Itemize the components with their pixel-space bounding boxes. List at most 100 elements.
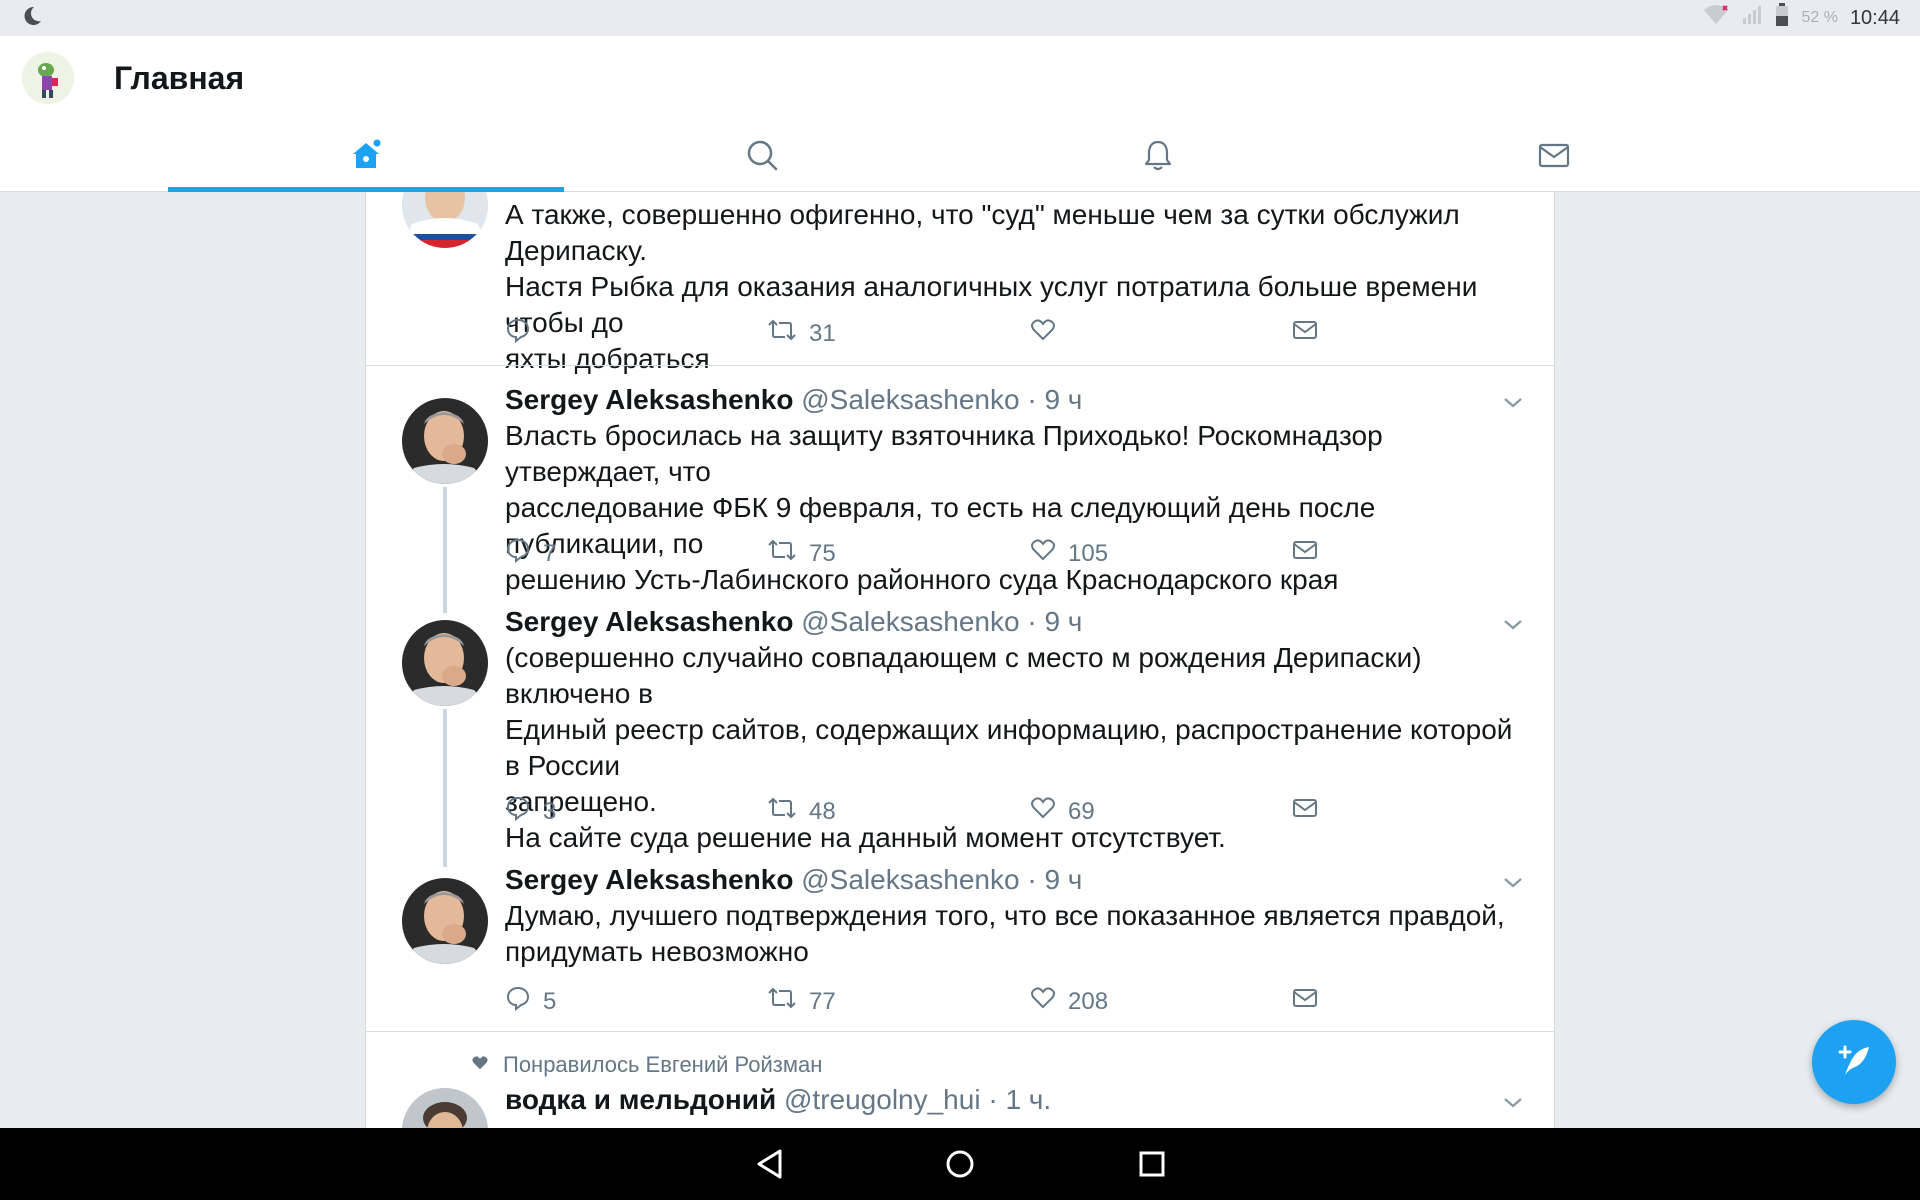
separator-dot: · xyxy=(1027,384,1037,415)
heart-icon xyxy=(1030,317,1056,350)
avatar[interactable] xyxy=(402,878,488,964)
timestamp[interactable]: 9 ч xyxy=(1044,384,1082,415)
envelope-icon xyxy=(1537,138,1571,177)
tweet-text-line: Думаю, лучшего подтверждения того, что в… xyxy=(505,900,1505,931)
share-button[interactable] xyxy=(1292,985,1318,1018)
social-context-text[interactable]: Понравилось Евгений Ройзман xyxy=(503,1052,822,1078)
user-handle[interactable]: @Saleksashenko xyxy=(801,864,1019,895)
tweet[interactable]: А также, совершенно офигенно, что "суд" … xyxy=(366,192,1554,374)
like-button[interactable]: 208 xyxy=(1030,985,1108,1018)
tweet[interactable]: Sergey Aleksashenko @Saleksashenko · 9 ч… xyxy=(366,588,1554,853)
bell-icon xyxy=(1141,138,1175,177)
like-count: 208 xyxy=(1068,987,1109,1015)
reply-button[interactable]: 3 xyxy=(505,795,556,828)
reply-count: 3 xyxy=(543,797,557,825)
timestamp[interactable]: 1 ч. xyxy=(1005,1084,1051,1115)
recents-button[interactable] xyxy=(1132,1144,1172,1184)
chevron-down-icon[interactable] xyxy=(1502,1096,1524,1115)
retweet-icon xyxy=(767,795,797,828)
chevron-down-icon[interactable] xyxy=(1502,618,1524,637)
chevron-down-icon[interactable] xyxy=(1502,396,1524,415)
wifi-icon xyxy=(1703,4,1729,32)
user-handle[interactable]: @treugolny_hui xyxy=(784,1084,981,1115)
reply-button[interactable]: 7 xyxy=(505,537,556,570)
share-button[interactable] xyxy=(1292,537,1318,570)
tweet[interactable]: Понравилось Евгений Ройзман водка и мель… xyxy=(366,1032,1554,1128)
separator-dot: · xyxy=(1027,606,1037,637)
home-icon xyxy=(348,137,384,178)
battery-percentage: 52 % xyxy=(1801,9,1838,26)
tweet-text-line: Единый реестр сайтов, содержащих информа… xyxy=(505,714,1513,781)
tweet-actions: 7 75 105 xyxy=(505,537,1325,573)
tweet-actions: 3 48 69 xyxy=(505,795,1325,831)
retweet-count: 77 xyxy=(809,987,836,1015)
timestamp[interactable]: 9 ч xyxy=(1044,606,1082,637)
reply-button[interactable]: 5 xyxy=(505,985,556,1018)
heart-icon xyxy=(1030,985,1056,1018)
display-name[interactable]: Sergey Aleksashenko xyxy=(505,606,793,637)
tab-bar xyxy=(168,122,1752,192)
tweet-header: Sergey Aleksashenko @Saleksashenko · 9 ч xyxy=(505,382,1518,418)
retweet-count: 75 xyxy=(809,539,836,567)
timeline[interactable]: А также, совершенно офигенно, что "суд" … xyxy=(365,192,1555,1128)
search-icon xyxy=(745,138,779,177)
retweet-count: 31 xyxy=(809,319,836,347)
reply-button[interactable] xyxy=(505,317,543,350)
envelope-icon xyxy=(1292,985,1318,1018)
chevron-down-icon[interactable] xyxy=(1502,876,1524,895)
tweet-text-line: А также, совершенно офигенно, что "суд" … xyxy=(505,199,1460,266)
back-button[interactable] xyxy=(750,1144,790,1184)
timestamp[interactable]: 9 ч xyxy=(1044,864,1082,895)
separator-dot: · xyxy=(1027,864,1037,895)
profile-avatar[interactable] xyxy=(22,52,74,104)
user-handle[interactable]: @Saleksashenko xyxy=(801,606,1019,637)
tab-search[interactable] xyxy=(564,122,960,192)
tweet-actions: 5 77 208 xyxy=(505,985,1325,1021)
retweet-button[interactable]: 48 xyxy=(767,795,836,828)
retweet-icon xyxy=(767,537,797,570)
display-name[interactable]: Sergey Aleksashenko xyxy=(505,384,793,415)
retweet-count: 48 xyxy=(809,797,836,825)
retweet-button[interactable]: 75 xyxy=(767,537,836,570)
reply-icon xyxy=(505,795,531,828)
like-button[interactable]: 105 xyxy=(1030,537,1108,570)
like-button[interactable]: 69 xyxy=(1030,795,1095,828)
envelope-icon xyxy=(1292,795,1318,828)
retweet-button[interactable]: 77 xyxy=(767,985,836,1018)
compose-tweet-button[interactable] xyxy=(1812,1020,1896,1104)
retweet-icon xyxy=(767,317,797,350)
reply-count: 7 xyxy=(543,539,557,567)
avatar[interactable] xyxy=(402,1088,488,1128)
tweet-header: Sergey Aleksashenko @Saleksashenko · 9 ч xyxy=(505,862,1518,898)
clock: 10:44 xyxy=(1849,6,1900,29)
display-name[interactable]: Sergey Aleksashenko xyxy=(505,864,793,895)
do-not-disturb-moon-icon xyxy=(20,4,44,33)
heart-icon xyxy=(1030,795,1056,828)
tweet-text-line: придумать невозможно xyxy=(505,936,809,967)
tab-notifications[interactable] xyxy=(960,122,1356,192)
share-button[interactable] xyxy=(1292,317,1318,350)
tweet-text-line: (совершенно случайно совпадающем с место… xyxy=(505,642,1422,709)
like-count: 105 xyxy=(1068,539,1109,567)
share-button[interactable] xyxy=(1292,795,1318,828)
tweet[interactable]: Sergey Aleksashenko @Saleksashenko · 9 ч… xyxy=(366,366,1554,595)
battery-icon xyxy=(1775,3,1789,33)
tab-messages[interactable] xyxy=(1356,122,1752,192)
reply-icon xyxy=(505,537,531,570)
cell-signal-icon xyxy=(1741,4,1763,32)
tweet-actions: 31 xyxy=(505,317,1325,353)
tweet-header: Sergey Aleksashenko @Saleksashenko · 9 ч xyxy=(505,604,1518,640)
user-handle[interactable]: @Saleksashenko xyxy=(801,384,1019,415)
avatar[interactable] xyxy=(402,398,488,484)
page-title: Главная xyxy=(114,60,245,96)
app-header: Главная xyxy=(0,36,1920,192)
retweet-icon xyxy=(767,985,797,1018)
avatar[interactable] xyxy=(402,620,488,706)
reply-icon xyxy=(505,985,531,1018)
like-button[interactable] xyxy=(1030,317,1068,350)
retweet-button[interactable]: 31 xyxy=(767,317,836,350)
tab-home[interactable] xyxy=(168,122,564,192)
home-button[interactable] xyxy=(940,1144,980,1184)
display-name[interactable]: водка и мельдоний xyxy=(505,1084,776,1115)
avatar[interactable] xyxy=(402,192,488,248)
